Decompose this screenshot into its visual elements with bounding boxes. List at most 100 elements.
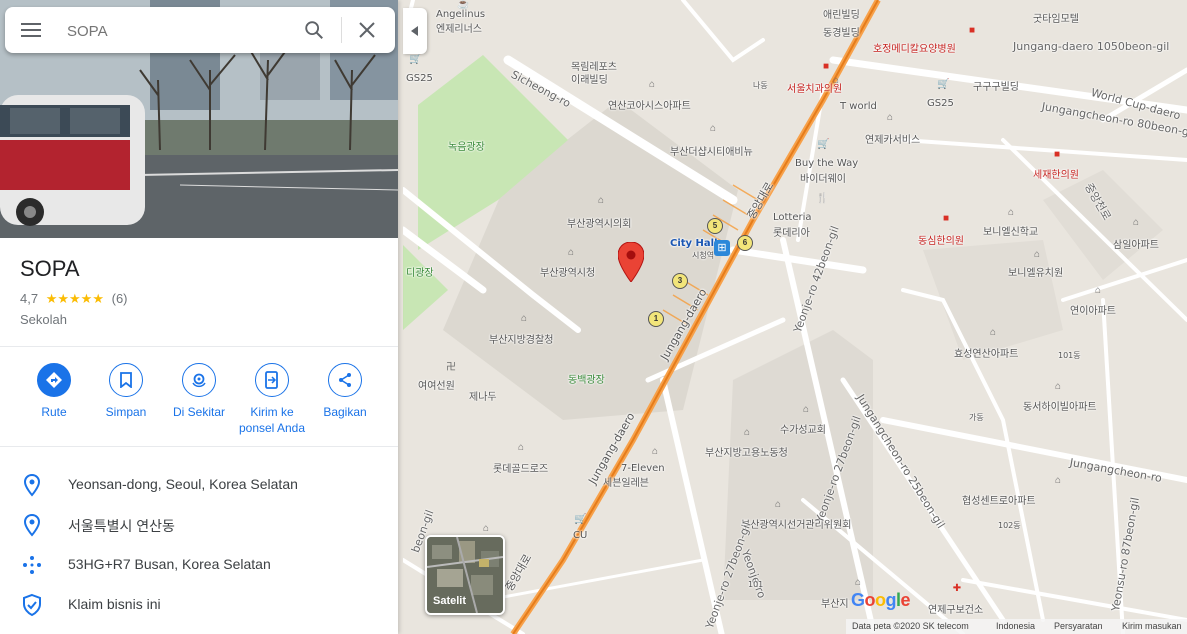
place-category[interactable]: Sekolah xyxy=(20,312,67,327)
chevron-left-icon xyxy=(411,26,418,36)
map-label-na: 나동 xyxy=(753,81,768,90)
map-label-lotteria-en: Lotteria xyxy=(773,212,812,223)
shopping-icon[interactable]: 🛒 xyxy=(574,515,586,525)
map-label-seven-en: 7-Eleven xyxy=(621,463,665,474)
landmark-icon[interactable]: ⌂ xyxy=(773,500,783,510)
location-pin-icon xyxy=(23,513,41,537)
police-icon[interactable]: ⌂ xyxy=(519,314,529,324)
home-icon[interactable]: ⌂ xyxy=(516,443,526,453)
subway-line-marker[interactable]: 1 xyxy=(648,311,664,327)
map-label-angelinus-en: Angelinus xyxy=(436,9,486,20)
home-icon[interactable]: ⌂ xyxy=(1131,218,1141,228)
address-row[interactable]: Yeonsan-dong, Seoul, Korea Selatan xyxy=(0,463,398,503)
school-icon[interactable]: ⌂ xyxy=(1032,250,1042,260)
temple-icon[interactable]: 卍 xyxy=(446,363,456,373)
rating-stars-icon: ★★★★★ xyxy=(45,291,104,306)
google-logo: Google xyxy=(851,590,911,610)
nearby-label: Di Sekitar xyxy=(172,405,225,419)
claim-business-row[interactable]: Klaim bisnis ini xyxy=(0,583,398,623)
send-to-phone-button[interactable]: Kirim ke ponsel Anda xyxy=(234,363,310,436)
subway-line-marker[interactable]: 3 xyxy=(672,273,688,289)
map-label-buy-the-way-en: Buy the Way xyxy=(795,158,859,169)
directions-button[interactable]: Rute xyxy=(16,363,92,420)
metro-station-icon[interactable]: ⊞ xyxy=(714,240,730,256)
search-box[interactable] xyxy=(5,7,395,53)
home-icon[interactable]: ⌂ xyxy=(1053,382,1063,392)
map-label-busan-police: 부산지방경찰청 xyxy=(489,335,554,346)
location-marker-pin-icon[interactable] xyxy=(618,242,644,282)
hospital-icon[interactable]: ■ xyxy=(821,62,831,72)
review-count-link[interactable]: (6) xyxy=(112,291,128,306)
home-icon[interactable]: ⌂ xyxy=(1053,476,1063,486)
collapse-panel-button[interactable] xyxy=(403,8,427,54)
map-label-cityhall-ko: 시청역 xyxy=(692,251,715,260)
address-text: Yeonsan-dong, Seoul, Korea Selatan xyxy=(68,476,298,492)
hamburger-menu-icon[interactable] xyxy=(19,21,43,39)
save-button[interactable]: Simpan xyxy=(88,363,164,420)
landmark-icon[interactable]: ⌂ xyxy=(566,248,576,258)
map-label-cityhall-en: City Hall xyxy=(670,238,718,249)
home-icon[interactable]: ⌂ xyxy=(481,524,491,534)
map-label-dong-101-a: 101동 xyxy=(1058,351,1081,360)
hospital-icon[interactable]: ■ xyxy=(941,214,951,224)
rating-row: 4,7 ★★★★★ (6) xyxy=(20,291,128,307)
place-title: SOPA xyxy=(20,256,80,281)
search-divider xyxy=(341,17,342,43)
map-label-dongyoung: 동경빌딩 xyxy=(823,28,860,39)
hospital-icon[interactable]: ■ xyxy=(967,26,977,36)
verified-shield-icon xyxy=(23,593,41,617)
map-label-buy-the-way-ko: 바이더웨이 xyxy=(800,174,846,185)
satellite-layer-toggle[interactable]: Satelit xyxy=(425,535,505,615)
subway-line-marker[interactable]: 6 xyxy=(737,235,753,251)
map-label-busan-labor: 부산지방고용노동청 xyxy=(705,448,788,459)
claim-business-text: Klaim bisnis ini xyxy=(68,596,161,612)
shopping-icon[interactable]: 🛒 xyxy=(409,55,421,65)
school-icon[interactable]: ⌂ xyxy=(1006,208,1016,218)
nearby-icon xyxy=(182,363,216,397)
footer-country-link[interactable]: Indonesia xyxy=(996,621,1035,631)
hospital-icon[interactable]: ✚ xyxy=(952,584,962,594)
divider xyxy=(0,446,398,447)
shopping-icon[interactable]: ⌂ xyxy=(650,447,660,457)
plus-code-row[interactable]: 53HG+R7 Busan, Korea Selatan xyxy=(0,543,398,583)
church-icon[interactable]: ⌂ xyxy=(801,405,811,415)
shopping-icon[interactable]: 🛒 xyxy=(937,80,949,90)
cafe-icon[interactable]: ☕ xyxy=(457,0,469,10)
landmark-icon[interactable]: ⌂ xyxy=(853,578,863,588)
hospital-icon[interactable]: ■ xyxy=(1052,150,1062,160)
share-button[interactable]: Bagikan xyxy=(307,363,383,420)
map-label-election: 부산광역시선거관리위원회 xyxy=(741,520,852,531)
shopping-icon[interactable]: 🛒 xyxy=(817,140,829,150)
map-label-sejae: 세재한의원 xyxy=(1033,170,1079,181)
close-icon[interactable] xyxy=(357,20,377,40)
home-icon[interactable]: ⌂ xyxy=(885,113,895,123)
home-icon[interactable]: ⌂ xyxy=(831,76,841,86)
home-icon[interactable]: ⌂ xyxy=(647,80,657,90)
map-label-dong-102: 102동 xyxy=(998,521,1021,530)
footer-feedback-link[interactable]: Kirim masukan xyxy=(1122,621,1182,631)
restaurant-icon[interactable]: 🍴 xyxy=(816,194,828,204)
home-icon[interactable]: ⌂ xyxy=(708,124,718,134)
map-canvas[interactable]: 애린빌딩 동경빌딩 호정메디칼요양병원 굿타임모텔 Jungang-daero … xyxy=(403,0,1187,634)
map-label-irae: 이래빌딩 xyxy=(571,75,608,86)
map-label-erin: 애린빌딩 xyxy=(823,10,860,21)
home-icon[interactable]: ⌂ xyxy=(988,328,998,338)
home-icon[interactable]: ⌂ xyxy=(1093,286,1103,296)
landmark-icon[interactable]: ⌂ xyxy=(742,428,752,438)
map-label-bonelle-kinder: 보니엘유치원 xyxy=(1008,268,1064,279)
map-label-dongsim: 동심한의원 xyxy=(918,236,964,247)
map-label-bonelle-sin: 보니엘신학교 xyxy=(983,227,1039,238)
bookmark-icon xyxy=(109,363,143,397)
nearby-button[interactable]: Di Sekitar xyxy=(161,363,237,420)
directions-icon xyxy=(37,363,71,397)
local-address-row[interactable]: 서울특별시 연산동 xyxy=(0,503,398,543)
footer-terms-link[interactable]: Persyaratan xyxy=(1054,621,1103,631)
subway-line-marker[interactable]: 5 xyxy=(707,218,723,234)
map-label-ga: 가동 xyxy=(969,413,984,422)
map-label-council: 부산광역시의회 xyxy=(567,219,632,230)
search-icon[interactable] xyxy=(303,19,325,41)
save-label: Simpan xyxy=(105,405,147,419)
satellite-label: Satelit xyxy=(433,595,467,607)
search-input[interactable] xyxy=(65,17,289,45)
landmark-icon[interactable]: ⌂ xyxy=(596,196,606,206)
